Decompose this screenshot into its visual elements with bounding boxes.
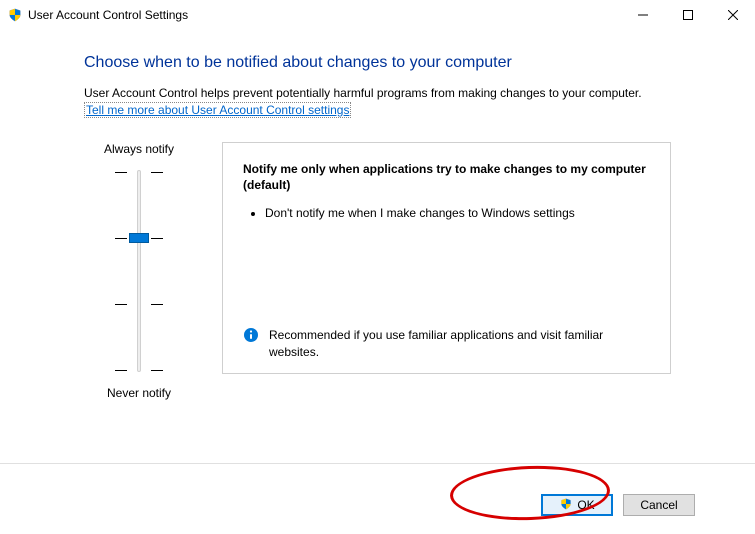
ok-button-label: OK <box>577 498 594 512</box>
shield-icon <box>8 8 22 22</box>
panel-title: Notify me only when applications try to … <box>243 161 650 193</box>
description-panel: Notify me only when applications try to … <box>222 142 671 374</box>
window-title: User Account Control Settings <box>28 8 188 22</box>
recommendation-row: Recommended if you use familiar applicat… <box>243 319 650 361</box>
intro-text: User Account Control helps prevent poten… <box>84 86 671 102</box>
learn-more-link[interactable]: Tell me more about User Account Control … <box>84 102 351 118</box>
notification-slider[interactable] <box>115 166 163 376</box>
recommendation-text: Recommended if you use familiar applicat… <box>269 327 650 361</box>
shield-icon <box>559 498 573 512</box>
footer-divider <box>0 463 755 464</box>
titlebar: User Account Control Settings <box>0 0 755 30</box>
content-area: Choose when to be notified about changes… <box>0 30 755 400</box>
panel-bullet-list: Don't notify me when I make changes to W… <box>247 205 650 226</box>
slider-label-top: Always notify <box>104 142 174 156</box>
page-heading: Choose when to be notified about changes… <box>84 54 671 72</box>
cancel-button-label: Cancel <box>640 498 677 512</box>
maximize-button[interactable] <box>665 0 710 30</box>
panel-bullet: Don't notify me when I make changes to W… <box>265 205 650 222</box>
slider-column: Always notify Never notify <box>84 142 194 400</box>
window-buttons <box>620 0 755 30</box>
slider-tick <box>115 304 163 305</box>
info-icon <box>243 327 259 343</box>
ok-button[interactable]: OK <box>541 494 613 516</box>
slider-thumb[interactable] <box>129 233 149 243</box>
close-button[interactable] <box>710 0 755 30</box>
slider-tick <box>115 172 163 173</box>
cancel-button[interactable]: Cancel <box>623 494 695 516</box>
footer: OK Cancel <box>0 476 755 534</box>
slider-label-bottom: Never notify <box>107 386 171 400</box>
minimize-button[interactable] <box>620 0 665 30</box>
slider-track <box>137 170 141 372</box>
slider-tick <box>115 370 163 371</box>
